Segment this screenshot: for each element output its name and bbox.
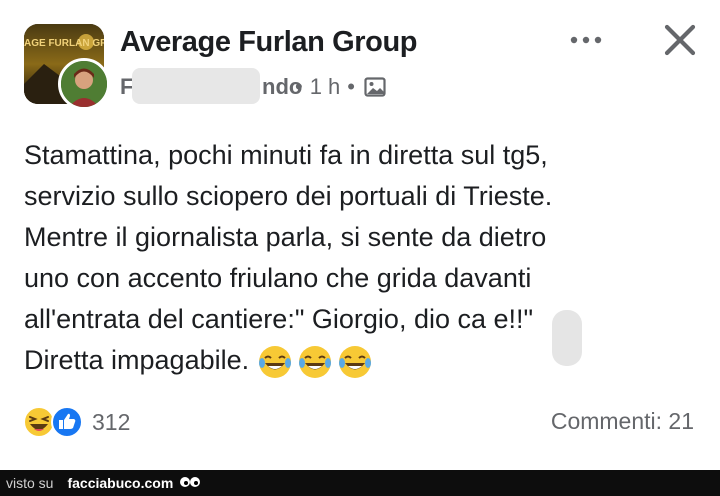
post-card: AGE FURLAN GR Average Furlan Group F ndo…	[0, 0, 720, 470]
user-avatar[interactable]	[58, 58, 110, 110]
post-text-line: uno con accento friulano che grida davan…	[24, 263, 532, 293]
like-reaction-icon	[51, 406, 83, 438]
group-avatar-text: AGE FURLAN GR	[24, 38, 104, 49]
post-text-line: Diretta impagabile.	[24, 345, 250, 375]
comments-count[interactable]: Commenti: 21	[551, 408, 694, 435]
avatar-group[interactable]: AGE FURLAN GR	[24, 24, 110, 110]
post-time[interactable]: 1 h	[310, 74, 341, 100]
post-text-line: servizio sullo sciopero dei portuali di …	[24, 181, 553, 211]
post-text: Stamattina, pochi minuti fa in diretta s…	[24, 135, 704, 381]
reactions-summary[interactable]: 312	[22, 403, 130, 441]
eyes-logo-icon	[179, 475, 201, 492]
more-dots-icon[interactable]	[567, 28, 605, 52]
post-text-line: Mentre il giornalista parla, si sente da…	[24, 222, 547, 252]
post-text-line: Stamattina, pochi minuti fa in diretta s…	[24, 140, 548, 170]
footer-site: facciabuco.com	[67, 475, 174, 491]
watermark-footer: visto su facciabuco.com	[0, 470, 720, 496]
post-meta: F ndo • 1 h •	[120, 68, 386, 104]
emoji-row	[257, 344, 377, 380]
redaction-block	[132, 68, 260, 104]
group-name[interactable]: Average Furlan Group	[120, 26, 418, 59]
post-text-line-last: Diretta impagabile.	[24, 340, 704, 381]
meta-separator: •	[347, 74, 355, 99]
tears-of-joy-emoji	[259, 345, 292, 378]
author-fragment-end: ndo	[262, 74, 303, 99]
censor-smudge	[552, 310, 582, 366]
close-icon[interactable]	[662, 22, 698, 58]
author-name[interactable]: F ndo	[120, 68, 302, 104]
tears-of-joy-emoji	[339, 345, 372, 378]
reaction-count[interactable]: 312	[92, 409, 130, 436]
post-text-line: all'entrata del cantiere:" Giorgio, dio …	[24, 304, 534, 334]
gallery-icon	[364, 76, 386, 98]
tears-of-joy-emoji	[299, 345, 332, 378]
footer-visto-su: visto su	[6, 475, 54, 491]
